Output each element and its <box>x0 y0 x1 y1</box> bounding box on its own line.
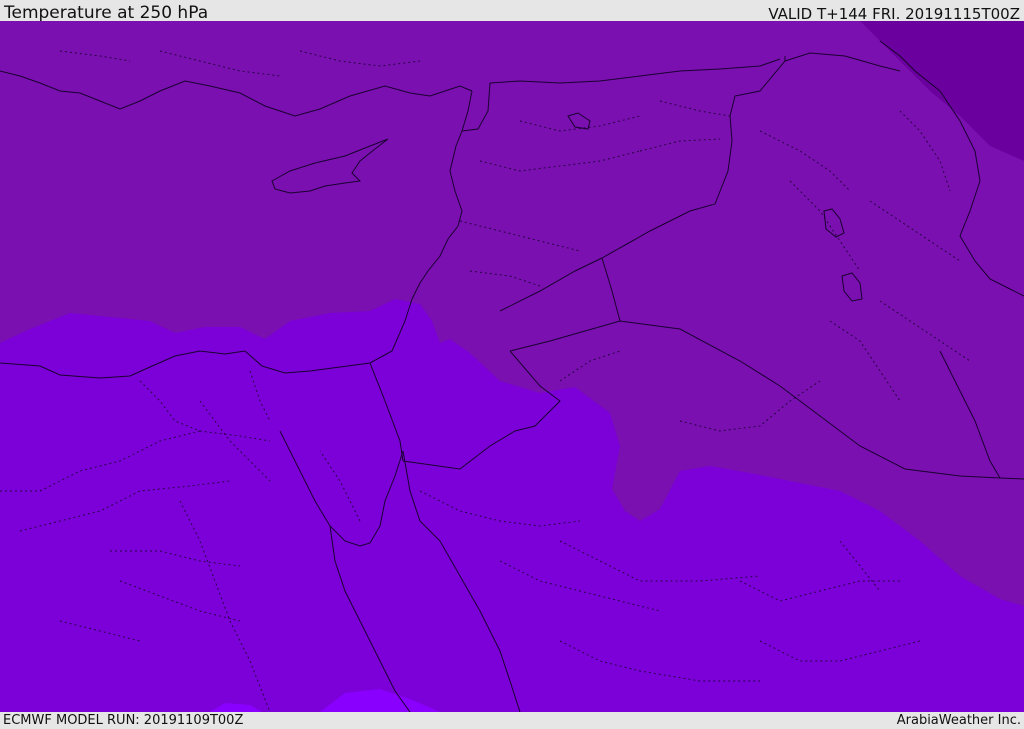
credit-label: ArabiaWeather Inc. <box>896 713 1021 728</box>
weather-map[interactable] <box>0 21 1024 712</box>
footer-bar: ECMWF MODEL RUN: 20191109T00Z ArabiaWeat… <box>0 712 1024 729</box>
header-bar: Temperature at 250 hPa VALID T+144 FRI. … <box>0 0 1024 23</box>
map-title: Temperature at 250 hPa <box>4 3 209 23</box>
map-canvas <box>0 21 1024 712</box>
model-run-label: ECMWF MODEL RUN: 20191109T00Z <box>3 713 244 728</box>
